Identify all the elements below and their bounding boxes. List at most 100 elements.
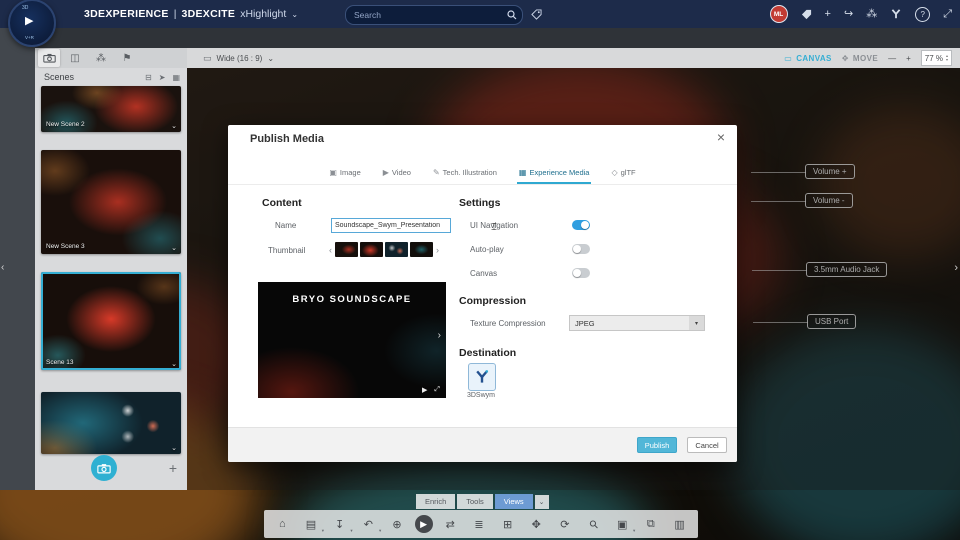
scene-thumbnail[interactable]: New Scene 3 ⌄ — [41, 150, 181, 254]
canvas-frame-icon: ▭ — [784, 53, 793, 63]
flag-tab-icon[interactable]: ⚑ — [116, 49, 138, 67]
ui-navigation-toggle[interactable] — [572, 220, 590, 230]
panel-collapse-chevron-icon[interactable]: ‹ — [1, 262, 4, 273]
save-caret-icon[interactable]: ▾ — [322, 528, 324, 534]
filter-icon[interactable]: ⊟ — [145, 73, 152, 82]
aspect-ratio-selector[interactable]: ▭ Wide (16 : 9) ⌄ — [203, 53, 274, 64]
slideshow-icon[interactable]: ⧉ — [640, 513, 662, 535]
grid-view-icon[interactable]: ▦ — [172, 73, 180, 82]
swym-icon[interactable] — [890, 8, 902, 20]
carousel-next-icon[interactable]: › — [435, 245, 440, 255]
sliders-icon[interactable]: ≣ — [468, 513, 490, 535]
canvas-toolbar: ▭ Wide (16 : 9) ⌄ ▭ CANVAS ✥ MOVE — + 77… — [187, 48, 960, 68]
canvas-toggle[interactable] — [572, 268, 590, 278]
add-icon[interactable]: + — [825, 8, 831, 20]
pointer-icon[interactable]: ➤ — [159, 73, 166, 82]
cube-tab-icon[interactable]: ◫ — [64, 49, 86, 67]
magnify-glyph: ⚲ — [586, 517, 601, 532]
forward-icon[interactable]: ↪ — [844, 8, 853, 20]
right-panel-chevron-icon[interactable]: › — [954, 262, 958, 274]
app-switcher-caret-icon[interactable]: ⌄ — [291, 10, 298, 19]
scene-label: New Scene 2 — [46, 121, 85, 128]
tag-icon[interactable] — [528, 6, 544, 22]
scene-expand-chevron-icon[interactable]: ⌄ — [171, 122, 177, 130]
tab-image[interactable]: ▣ Image — [327, 161, 362, 184]
render-icon[interactable]: ⊕ — [386, 513, 408, 535]
home-icon[interactable]: ⌂ — [271, 513, 293, 535]
scene-thumbnail[interactable]: New Scene 2 ⌄ — [41, 86, 181, 132]
zoom-region-icon[interactable]: ⊞ — [497, 513, 519, 535]
scene-thumbnail-selected[interactable]: Scene 13 ⌄ — [41, 272, 181, 370]
undo-icon[interactable]: ↶ ▾ — [357, 513, 382, 535]
notifications-tag-icon[interactable] — [801, 9, 812, 20]
tab-video[interactable]: ▶ Video — [381, 161, 413, 184]
dialog-footer: Publish Cancel — [228, 427, 737, 462]
canvas-button[interactable]: ▭ CANVAS — [784, 54, 832, 63]
tab-views[interactable]: Views — [494, 494, 533, 509]
move-button[interactable]: ✥ MOVE — [842, 54, 878, 63]
texture-compression-value: JPEG — [575, 318, 595, 328]
share-icon[interactable]: ⁂ — [866, 8, 877, 20]
pan-icon[interactable]: ✥ — [525, 513, 547, 535]
publish-button[interactable]: Publish — [637, 437, 677, 453]
texture-compression-select[interactable]: JPEG ▾ — [569, 315, 705, 331]
tabs-collapse-chevron-icon[interactable]: ⌄ — [534, 494, 549, 509]
camera-tab-icon[interactable] — [38, 49, 60, 67]
user-avatar[interactable]: ML — [769, 5, 788, 23]
zoom-spin-down-icon[interactable]: ▾ — [946, 58, 948, 62]
preview-next-chevron-icon[interactable]: › — [438, 330, 441, 341]
import-caret-icon[interactable]: ▾ — [350, 528, 352, 534]
play-icon[interactable]: ▶ — [414, 515, 433, 533]
scene-thumbnail[interactable]: ⌄ — [41, 392, 181, 454]
scene-expand-chevron-icon[interactable]: ⌄ — [171, 360, 177, 368]
carousel-prev-icon[interactable]: ‹ — [328, 245, 333, 255]
help-icon[interactable]: ? — [915, 6, 931, 22]
cancel-button[interactable]: Cancel — [687, 437, 727, 453]
zoom-out-button[interactable]: — — [888, 54, 896, 63]
move-icon: ✥ — [841, 53, 849, 63]
fit-view-caret-icon[interactable]: ▾ — [633, 528, 635, 534]
zoom-in-button[interactable]: + — [906, 54, 911, 63]
bottom-tab-strip: Enrich Tools Views ⌄ — [416, 494, 549, 509]
save-icon[interactable]: ▤ ▾ — [300, 513, 324, 535]
thumbnail-option[interactable] — [335, 242, 358, 257]
logo-bottom-label: V+R — [25, 35, 34, 40]
tab-image-label: Image — [339, 168, 361, 177]
close-icon[interactable]: × — [717, 129, 725, 145]
orbit-icon[interactable]: ⟳ — [554, 513, 576, 535]
brand-divider: | — [173, 8, 177, 20]
zoom-spinner[interactable]: ▴ ▾ — [946, 54, 948, 62]
panels-icon[interactable]: ▥ — [669, 513, 691, 535]
fit-view-icon[interactable]: ▣ ▾ — [611, 513, 635, 535]
tab-gltf-label: glTF — [620, 168, 636, 177]
undo-caret-icon[interactable]: ▾ — [379, 528, 381, 534]
thumbnail-option[interactable] — [410, 242, 433, 257]
preview-play-icon[interactable]: ▶ — [422, 386, 427, 394]
scene-expand-chevron-icon[interactable]: ⌄ — [171, 244, 177, 252]
destination-3dswym-tile[interactable] — [468, 363, 496, 391]
share-tab-icon[interactable]: ⁂ — [90, 49, 112, 67]
thumbnail-option[interactable] — [360, 242, 383, 257]
tab-enrich[interactable]: Enrich — [416, 494, 456, 509]
experience-preview[interactable]: BRYO SOUNDSCAPE › ▶ ⤢ — [258, 280, 446, 398]
zoom-level-field[interactable]: 77 % ▴ ▾ — [920, 50, 952, 66]
tab-gltf[interactable]: ◇ glTF — [609, 161, 637, 184]
add-scene-button[interactable]: + — [169, 460, 177, 476]
app-name: xHighlight — [240, 8, 287, 20]
expand-icon[interactable]: ⤢ — [943, 8, 952, 20]
magnify-icon[interactable]: ⚲ — [583, 513, 605, 535]
search-input[interactable] — [346, 10, 504, 20]
save-glyph: ▤ — [305, 518, 317, 531]
tab-tech-illustration[interactable]: ✎ Tech. Illustration — [431, 161, 499, 184]
auto-play-toggle[interactable] — [572, 244, 590, 254]
compare-icon[interactable]: ⇄ — [439, 513, 461, 535]
capture-scene-button[interactable] — [91, 455, 117, 481]
preview-fullscreen-icon[interactable]: ⤢ — [434, 386, 440, 394]
search-icon[interactable] — [504, 7, 520, 23]
thumbnail-option[interactable] — [385, 242, 408, 257]
name-input[interactable] — [331, 218, 451, 233]
import-icon[interactable]: ↧ ▾ — [329, 513, 353, 535]
3ds-compass-logo[interactable]: 3D ▶ V+R — [8, 0, 56, 47]
tab-experience-media[interactable]: ▦ Experience Media — [517, 161, 592, 184]
tab-tools[interactable]: Tools — [457, 494, 493, 509]
